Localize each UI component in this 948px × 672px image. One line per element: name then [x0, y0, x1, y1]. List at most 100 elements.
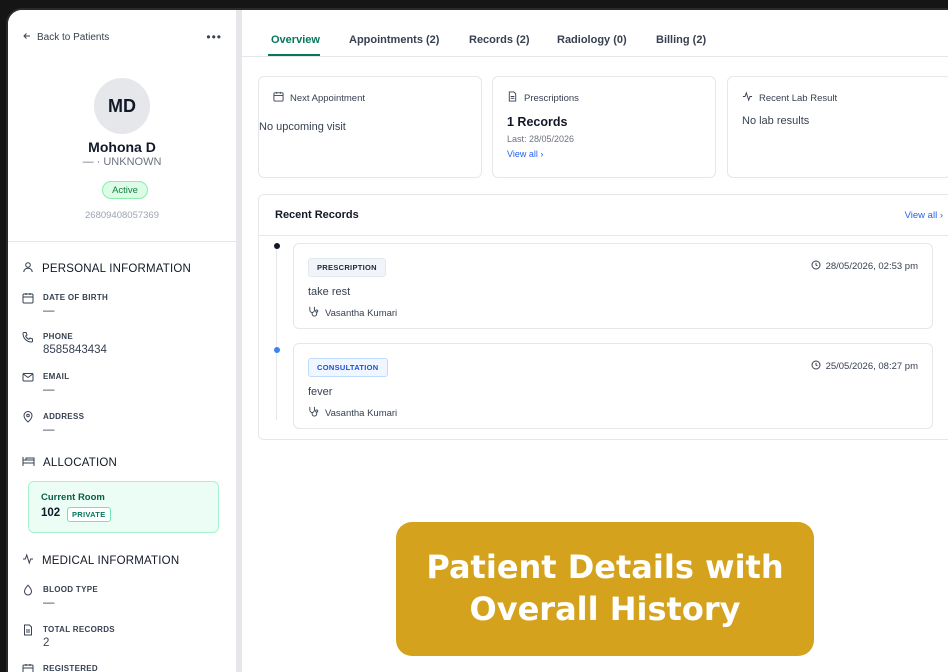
email-label: EMAIL: [43, 372, 70, 381]
calendar-icon: [22, 662, 34, 672]
record-doctor-name: Vasantha Kumari: [325, 307, 398, 319]
arrow-left-icon: [22, 31, 32, 44]
activity-icon: [742, 91, 753, 105]
total-records-field: TOTAL RECORDS 2: [22, 623, 222, 649]
calendar-icon: [273, 91, 284, 105]
record-date-text: 25/05/2026, 08:27 pm: [825, 361, 918, 372]
calendar-icon: [22, 291, 34, 317]
registered-label: REGISTERED: [43, 664, 99, 672]
room-type-badge: PRIVATE: [67, 507, 111, 522]
status-badge: Active: [102, 181, 148, 199]
record-doctor-name: Vasantha Kumari: [325, 407, 398, 419]
record-note: fever: [308, 386, 333, 398]
sidebar-header: Back to Patients •••: [22, 30, 222, 44]
phone-label: PHONE: [43, 332, 73, 341]
email-value: —: [43, 384, 55, 396]
patient-name: Mohona D: [88, 139, 156, 155]
allocation-heading: ALLOCATION: [22, 455, 117, 470]
record-item[interactable]: CONSULTATION 25/05/2026, 08:27 pm fever …: [293, 343, 933, 429]
phone-value: 8585843434: [43, 344, 107, 356]
tab-appointments[interactable]: Appointments (2): [349, 34, 439, 46]
prescriptions-card: Prescriptions 1 Records Last: 28/05/2026…: [492, 76, 716, 178]
tab-radiology[interactable]: Radiology (0): [557, 34, 627, 46]
file-icon: [22, 623, 34, 649]
current-room-label: Current Room: [41, 492, 105, 503]
date-of-birth-field: DATE OF BIRTH —: [22, 291, 222, 317]
timeline-dot: [274, 347, 280, 353]
total-records-label: TOTAL RECORDS: [43, 625, 115, 634]
active-tab-indicator: [268, 54, 320, 56]
tab-billing[interactable]: Billing (2): [656, 34, 706, 46]
more-options-icon[interactable]: •••: [206, 30, 222, 44]
patient-tabs: Overview Appointments (2) Records (2) Ra…: [242, 10, 948, 57]
feature-caption-banner: Patient Details with Overall History: [396, 522, 814, 656]
timeline-line: [276, 245, 277, 420]
lab-result-value: No lab results: [742, 115, 810, 127]
blood-type-value: —: [43, 597, 55, 609]
personal-information-title: PERSONAL INFORMATION: [42, 262, 192, 275]
patient-id: 26809408057369: [85, 210, 159, 221]
prescriptions-last-date: Last: 28/05/2026: [507, 134, 575, 144]
back-to-patients-link[interactable]: Back to Patients: [22, 31, 109, 44]
back-link-label: Back to Patients: [37, 31, 110, 43]
clock-icon: [811, 360, 821, 373]
medical-information-title: MEDICAL INFORMATION: [42, 554, 180, 567]
patient-sidebar: Back to Patients ••• MD Mohona D — · UNK…: [8, 10, 236, 672]
stethoscope-icon: [308, 306, 319, 320]
recent-records-view-all-link[interactable]: View all ›: [905, 210, 943, 221]
divider: [8, 241, 236, 242]
lab-result-header: Recent Lab Result: [742, 91, 837, 105]
current-room-card: Current Room 102 PRIVATE: [28, 481, 219, 533]
record-type-badge: PRESCRIPTION: [308, 258, 386, 277]
phone-field: PHONE 8585843434: [22, 330, 222, 356]
prescriptions-view-all-link[interactable]: View all ›: [507, 149, 574, 159]
sidebar-scrollbar[interactable]: [236, 10, 242, 672]
blood-type-field: BLOOD TYPE —: [22, 583, 222, 609]
prescriptions-header: Prescriptions: [507, 91, 579, 105]
prescriptions-title: Prescriptions: [524, 92, 579, 104]
clock-icon: [811, 260, 821, 273]
map-pin-icon: [22, 410, 34, 436]
address-label: ADDRESS: [43, 412, 85, 421]
caption-line-2: Overall History: [469, 590, 741, 628]
record-date-text: 28/05/2026, 02:53 pm: [825, 261, 918, 272]
blood-type-label: BLOOD TYPE: [43, 585, 99, 594]
allocation-title: ALLOCATION: [43, 456, 117, 469]
next-appointment-card: Next Appointment No upcoming visit: [258, 76, 482, 178]
date-of-birth-label: DATE OF BIRTH: [43, 293, 109, 302]
record-note: take rest: [308, 286, 351, 298]
phone-icon: [22, 330, 34, 356]
next-appointment-title: Next Appointment: [290, 92, 365, 104]
bed-icon: [22, 455, 35, 470]
registered-field: REGISTERED: [22, 662, 222, 672]
next-appointment-value: No upcoming visit: [259, 121, 346, 133]
recent-records-panel: Recent Records View all › PRESCRIPTION 2…: [258, 194, 948, 440]
next-appointment-header: Next Appointment: [273, 91, 365, 105]
record-type-badge: CONSULTATION: [308, 358, 388, 377]
mail-icon: [22, 370, 34, 396]
prescriptions-body: 1 Records Last: 28/05/2026 View all ›: [507, 115, 574, 159]
address-field: ADDRESS —: [22, 410, 222, 436]
divider: [259, 235, 948, 236]
file-text-icon: [507, 91, 518, 105]
total-records-value: 2: [43, 637, 50, 649]
recent-records-title: Recent Records: [275, 209, 359, 221]
tab-records[interactable]: Records (2): [469, 34, 530, 46]
record-doctor: Vasantha Kumari: [308, 406, 397, 420]
record-doctor: Vasantha Kumari: [308, 306, 397, 320]
recent-lab-result-card: Recent Lab Result No lab results: [727, 76, 948, 178]
record-date: 28/05/2026, 02:53 pm: [811, 260, 918, 273]
personal-information-heading: PERSONAL INFORMATION: [22, 261, 191, 276]
activity-icon: [22, 553, 34, 568]
lab-result-title: Recent Lab Result: [759, 92, 838, 104]
date-of-birth-value: —: [43, 305, 55, 317]
tab-overview[interactable]: Overview: [271, 34, 320, 46]
record-item[interactable]: PRESCRIPTION 28/05/2026, 02:53 pm take r…: [293, 243, 933, 329]
email-field: EMAIL —: [22, 370, 222, 396]
droplet-icon: [22, 583, 34, 609]
user-icon: [22, 261, 34, 276]
record-date: 25/05/2026, 08:27 pm: [811, 360, 918, 373]
room-number: 102: [41, 507, 61, 519]
prescriptions-count: 1 Records: [507, 115, 568, 129]
medical-information-heading: MEDICAL INFORMATION: [22, 553, 179, 568]
